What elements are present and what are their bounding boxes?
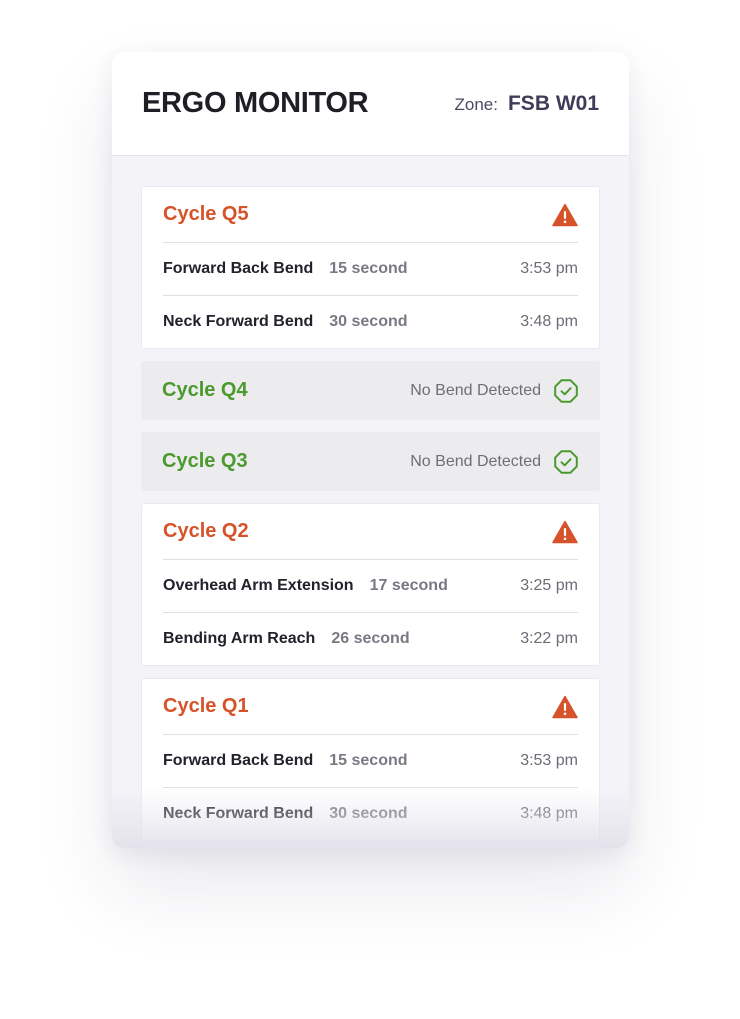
zone-label: Zone: bbox=[454, 94, 498, 114]
cycle-header: Cycle Q1 bbox=[163, 679, 578, 735]
event-row: Bending Arm Reach 26 second 3:22 pm bbox=[163, 612, 578, 665]
event-duration: 30 second bbox=[329, 805, 408, 822]
event-time: 3:25 pm bbox=[520, 577, 578, 594]
cycle-header: Cycle Q2 bbox=[163, 504, 578, 560]
cycle-card-q3[interactable]: Cycle Q3 No Bend Detected bbox=[141, 432, 600, 491]
check-octagon-icon bbox=[553, 449, 579, 475]
cycle-list: Cycle Q5 Forward Back Bend 15 second 3:5… bbox=[112, 156, 629, 841]
event-name: Neck Forward Bend bbox=[163, 805, 314, 822]
event-time: 3:53 pm bbox=[520, 260, 578, 277]
event-duration: 17 second bbox=[369, 577, 448, 594]
event-name: Overhead Arm Extension bbox=[163, 577, 354, 594]
header: ERGO MONITOR Zone: FSB W01 bbox=[112, 52, 629, 156]
cycle-title: Cycle Q5 bbox=[163, 203, 249, 225]
cycle-title: Cycle Q1 bbox=[163, 695, 249, 717]
event-time: 3:22 pm bbox=[520, 630, 578, 647]
event-duration: 30 second bbox=[329, 313, 408, 330]
cycle-status: No Bend Detected bbox=[410, 378, 579, 404]
event-name: Forward Back Bend bbox=[163, 752, 314, 769]
cycle-title: Cycle Q3 bbox=[162, 450, 248, 472]
event-name: Forward Back Bend bbox=[163, 260, 314, 277]
event-time: 3:48 pm bbox=[520, 313, 578, 330]
event-row: Neck Forward Bend 30 second 3:48 pm bbox=[163, 295, 578, 348]
event-name: Bending Arm Reach bbox=[163, 630, 316, 647]
event-name: Neck Forward Bend bbox=[163, 313, 314, 330]
event-duration: 15 second bbox=[329, 260, 408, 277]
event-duration: 26 second bbox=[331, 630, 410, 647]
ergo-monitor-card: ERGO MONITOR Zone: FSB W01 Cycle Q5 Forw… bbox=[112, 52, 629, 848]
status-text: No Bend Detected bbox=[410, 452, 541, 470]
cycle-card-q5[interactable]: Cycle Q5 Forward Back Bend 15 second 3:5… bbox=[141, 186, 600, 349]
cycle-status: No Bend Detected bbox=[410, 449, 579, 475]
cycle-title: Cycle Q4 bbox=[162, 379, 248, 401]
event-duration: 15 second bbox=[329, 752, 408, 769]
cycle-card-q2[interactable]: Cycle Q2 Overhead Arm Extension 17 secon… bbox=[141, 503, 600, 666]
cycle-card-q4[interactable]: Cycle Q4 No Bend Detected bbox=[141, 361, 600, 420]
event-time: 3:48 pm bbox=[520, 805, 578, 822]
event-row: Overhead Arm Extension 17 second 3:25 pm bbox=[163, 560, 578, 612]
event-row: Forward Back Bend 15 second 3:53 pm bbox=[163, 243, 578, 295]
cycle-card-q1[interactable]: Cycle Q1 Forward Back Bend 15 second 3:5… bbox=[141, 678, 600, 841]
warning-icon bbox=[552, 203, 578, 227]
event-row: Neck Forward Bend 30 second 3:48 pm bbox=[163, 787, 578, 840]
cycle-title: Cycle Q2 bbox=[163, 520, 249, 542]
warning-icon bbox=[552, 695, 578, 719]
event-time: 3:53 pm bbox=[520, 752, 578, 769]
zone-value: FSB W01 bbox=[507, 91, 599, 115]
check-octagon-icon bbox=[553, 378, 579, 404]
warning-icon bbox=[552, 520, 578, 544]
zone-indicator: Zone: FSB W01 bbox=[455, 92, 600, 116]
page-title: ERGO MONITOR bbox=[142, 87, 369, 119]
status-text: No Bend Detected bbox=[410, 381, 541, 399]
event-row: Forward Back Bend 15 second 3:53 pm bbox=[163, 735, 578, 787]
cycle-header: Cycle Q5 bbox=[163, 187, 578, 243]
